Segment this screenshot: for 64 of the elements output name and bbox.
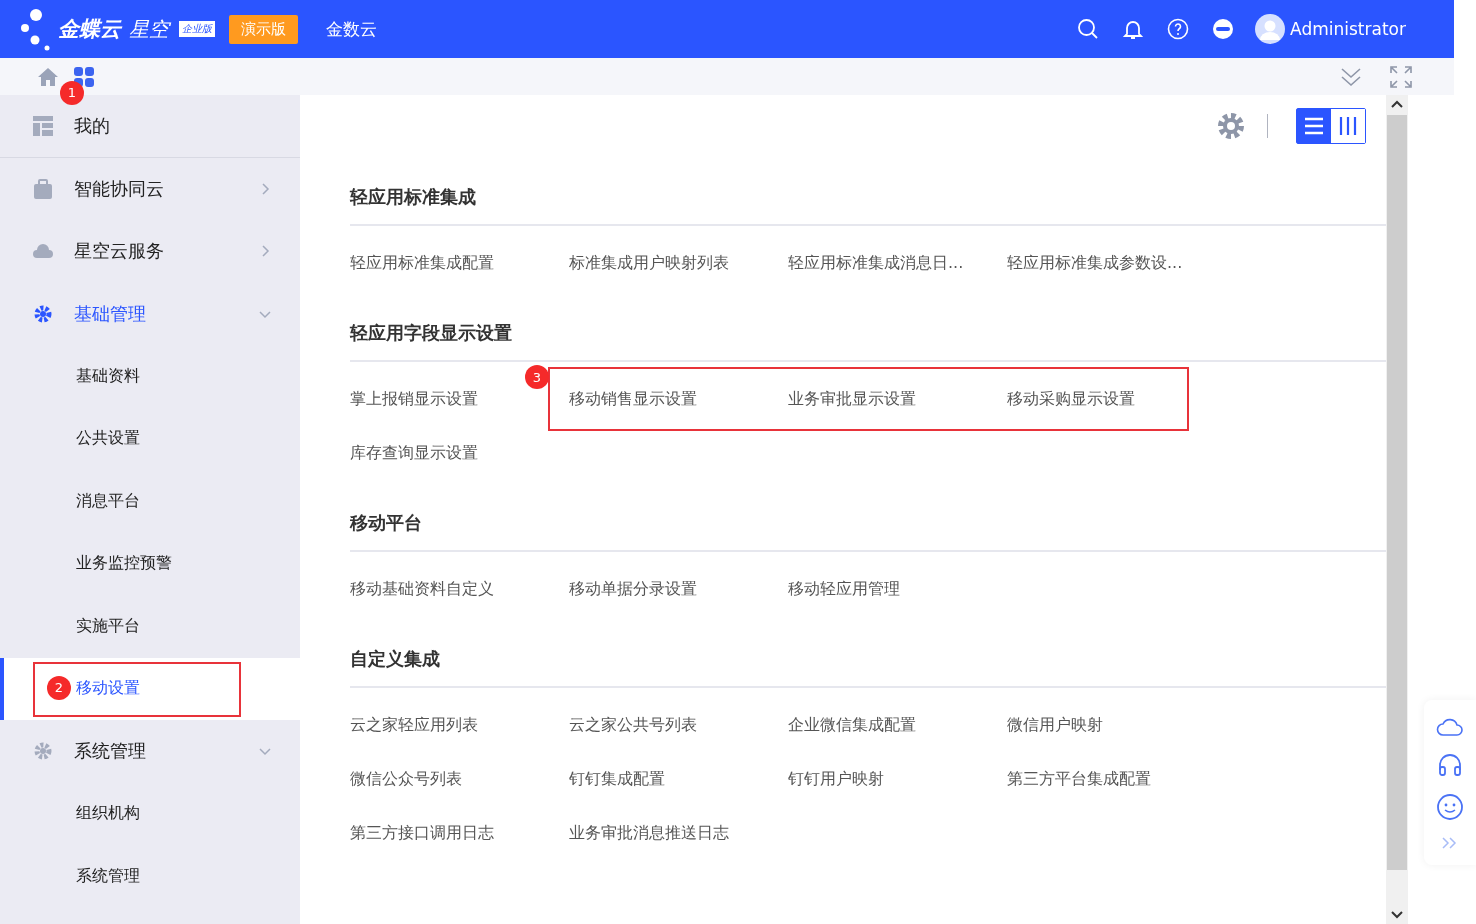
settings-link[interactable]: 移动单据分录设置 [569, 578, 788, 600]
logo-subtitle: 星空 [129, 15, 169, 43]
more-icon[interactable] [1211, 17, 1236, 41]
settings-link[interactable]: 钉钉用户映射 [788, 768, 1007, 790]
section-title: 轻应用字段显示设置 [350, 318, 1386, 362]
settings-link[interactable]: 第三方平台集成配置 [1007, 768, 1226, 790]
apps-grid-icon[interactable] [73, 65, 95, 88]
menu-item[interactable]: 基础资料 [0, 345, 300, 408]
settings-link[interactable]: 移动采购显示设置 [1007, 388, 1226, 410]
settings-link[interactable]: 轻应用标准集成配置 [350, 252, 569, 274]
list-view-button[interactable] [1297, 109, 1331, 143]
step-number: 1 [60, 80, 84, 105]
section-title: 自定义集成 [350, 644, 1386, 688]
briefcase-icon [32, 177, 54, 200]
dashboard-icon [32, 114, 54, 137]
step-number: 2 [47, 675, 71, 700]
smiley-icon[interactable] [1436, 793, 1464, 821]
menu-item[interactable]: 消息平台 [0, 470, 300, 533]
edition-tag: 企业版 [179, 21, 215, 37]
menu-item[interactable]: 公共设置 [0, 407, 300, 470]
logo-text: 金蝶云 [58, 16, 121, 43]
step-number: 3 [525, 365, 549, 389]
menu-item[interactable]: 实施平台 [0, 595, 300, 658]
settings-link[interactable]: 库存查询显示设置 [350, 442, 569, 464]
scrollbar[interactable] [1386, 95, 1408, 924]
settings-link[interactable]: 业务审批显示设置 [788, 388, 1007, 410]
settings-link[interactable]: 企业微信集成配置 [788, 714, 1007, 736]
menu-item[interactable]: 组织机构 [0, 782, 300, 845]
home-icon[interactable] [37, 66, 59, 87]
settings-link[interactable]: 移动销售显示设置 [569, 388, 788, 410]
nav-link[interactable]: 金数云 [326, 17, 377, 41]
headset-icon[interactable] [1437, 752, 1463, 778]
settings-link[interactable]: 云之家轻应用列表 [350, 714, 569, 736]
settings-link[interactable]: 移动轻应用管理 [788, 578, 1007, 600]
section-title: 轻应用标准集成 [350, 182, 1386, 226]
settings-link[interactable]: 轻应用标准集成消息日... [788, 252, 1007, 274]
settings-link[interactable]: 第三方接口调用日志 [350, 822, 569, 844]
settings-link[interactable]: 移动基础资料自定义 [350, 578, 569, 600]
menu-group[interactable]: 系统管理 [0, 720, 300, 783]
settings-link[interactable]: 标准集成用户映射列表 [569, 252, 788, 274]
scroll-down-icon[interactable] [1391, 910, 1403, 920]
settings-link[interactable]: 掌上报销显示设置 [350, 388, 569, 410]
settings-link[interactable]: 微信用户映射 [1007, 714, 1226, 736]
avatar-icon[interactable] [1255, 14, 1286, 44]
menu-group[interactable]: 智能协同云 [0, 157, 300, 220]
settings-link[interactable]: 钉钉集成配置 [569, 768, 788, 790]
logo-dots-icon [20, 7, 50, 51]
user-name[interactable]: Administrator [1290, 19, 1406, 39]
menu-item[interactable]: 系统管理 [0, 845, 300, 908]
scroll-up-icon[interactable] [1391, 99, 1403, 109]
settings-link[interactable]: 微信公众号列表 [350, 768, 569, 790]
menu-group[interactable]: 星空云服务 [0, 220, 300, 283]
help-icon[interactable] [1166, 17, 1191, 41]
demo-badge: 演示版 [229, 14, 298, 44]
settings-link[interactable]: 轻应用标准集成参数设... [1007, 252, 1226, 274]
settings-link[interactable]: 云之家公共号列表 [569, 714, 788, 736]
settings-icon[interactable] [1215, 110, 1247, 142]
menu-group[interactable]: 基础管理 [0, 282, 300, 345]
collapse-chevrons-icon[interactable] [1340, 65, 1362, 88]
section-title: 移动平台 [350, 508, 1386, 552]
menu-item[interactable]: 2 移动设置 [0, 657, 300, 720]
menu-item[interactable]: 业务监控预警 [0, 532, 300, 595]
settings-link[interactable]: 业务审批消息推送日志 [569, 822, 788, 844]
fullscreen-icon[interactable] [1390, 65, 1412, 88]
